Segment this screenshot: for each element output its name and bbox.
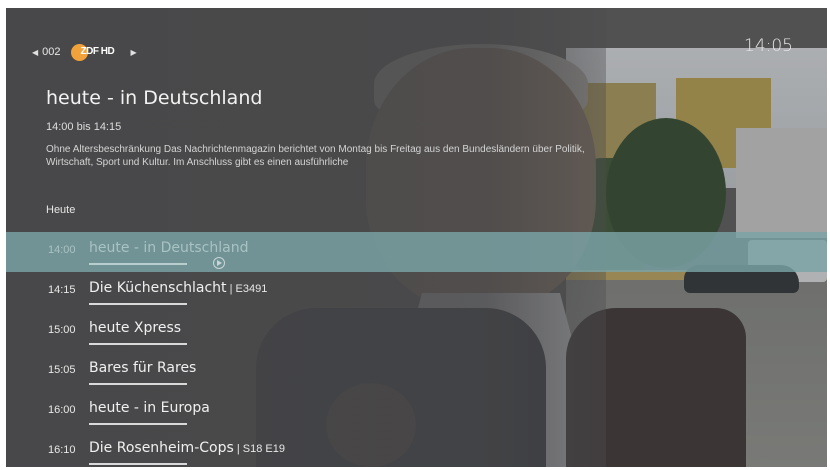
schedule-row[interactable]: 16:00 heute - in Europa bbox=[6, 392, 827, 432]
channel-logo: ZDF HD bbox=[70, 43, 117, 61]
schedule-title-text: heute Xpress bbox=[89, 320, 182, 336]
schedule-row[interactable]: 15:05 Bares für Rares bbox=[6, 352, 827, 392]
program-description: Ohne Altersbeschränkung Das Nachrichtenm… bbox=[46, 144, 585, 168]
program-time: 14:00 bis 14:15 bbox=[46, 121, 122, 133]
schedule-time: 14:15 bbox=[48, 284, 76, 296]
schedule-title-text: heute - in Europa bbox=[89, 400, 210, 416]
schedule-title-text: Die Rosenheim-Cops bbox=[89, 440, 234, 456]
schedule-title-text: heute - in Deutschland bbox=[89, 240, 249, 256]
schedule-title: heute - in Deutschland bbox=[89, 240, 248, 256]
channel-switcher: ◀ 002 ZDF HD ▶ bbox=[32, 43, 137, 61]
schedule-row[interactable]: 15:00 heute Xpress bbox=[6, 312, 827, 352]
schedule-time: 15:05 bbox=[48, 364, 76, 376]
divider bbox=[89, 343, 187, 345]
schedule-episode: E3491 bbox=[235, 283, 268, 295]
schedule-time: 16:00 bbox=[48, 404, 76, 416]
schedule-title: heute - in Europa bbox=[89, 400, 210, 416]
schedule-title: heute Xpress bbox=[89, 320, 181, 336]
divider bbox=[89, 423, 187, 425]
schedule-title: Bares für Rares bbox=[89, 360, 196, 376]
chevron-right-icon[interactable]: ▶ bbox=[131, 48, 137, 57]
chevron-left-icon[interactable]: ◀ bbox=[32, 48, 38, 57]
schedule-title: Die Rosenheim-Cops | S18 E19 bbox=[89, 440, 285, 456]
schedule-time: 15:00 bbox=[48, 324, 76, 336]
clock: 14:05 bbox=[744, 36, 793, 56]
program-title: heute - in Deutschland bbox=[46, 87, 263, 109]
tv-guide-screen: ◀ 002 ZDF HD ▶ 14:05 heute - in Deutschl… bbox=[6, 8, 827, 467]
schedule-time: 16:10 bbox=[48, 444, 76, 456]
progress-bar bbox=[89, 263, 187, 265]
schedule-title: Die Küchenschlacht | E3491 bbox=[89, 280, 267, 296]
divider bbox=[89, 463, 187, 465]
schedule-title-text: Bares für Rares bbox=[89, 360, 197, 376]
schedule-episode: S18 E19 bbox=[242, 443, 285, 455]
divider bbox=[89, 303, 187, 305]
schedule-time: 14:00 bbox=[48, 244, 76, 256]
day-label: Heute bbox=[46, 204, 76, 216]
schedule-episode-separator: | bbox=[226, 283, 236, 295]
schedule-episode-separator: | bbox=[233, 443, 243, 455]
channel-logo-text: ZDF HD bbox=[80, 45, 115, 57]
divider bbox=[89, 383, 187, 385]
schedule-row[interactable]: 14:15 Die Küchenschlacht | E3491 bbox=[6, 272, 827, 312]
schedule-title-text: Die Küchenschlacht bbox=[89, 280, 227, 296]
channel-number: 002 bbox=[42, 46, 61, 58]
play-icon[interactable] bbox=[213, 257, 225, 269]
schedule-row-active[interactable]: 14:00 heute - in Deutschland bbox=[6, 232, 827, 272]
schedule-row[interactable]: 16:10 Die Rosenheim-Cops | S18 E19 bbox=[6, 432, 827, 467]
